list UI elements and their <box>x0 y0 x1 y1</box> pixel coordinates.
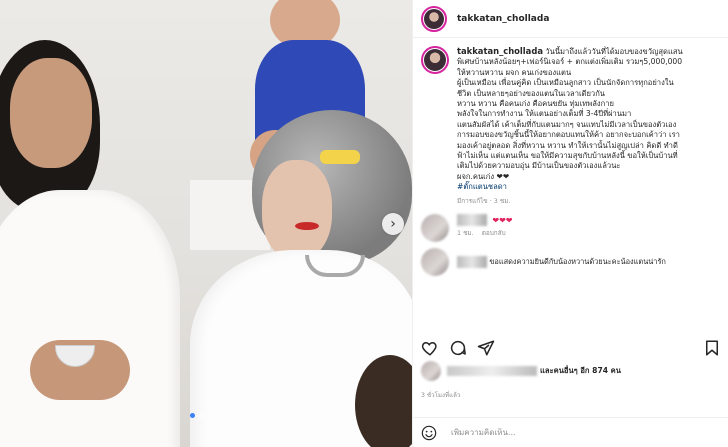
comment-username-blurred[interactable] <box>457 256 487 269</box>
photo-sunglasses <box>320 150 360 164</box>
comment-username-blurred[interactable] <box>457 214 487 227</box>
comment-item: ❤❤❤ 1 ชม. ตอบกลับ <box>413 214 728 243</box>
likes-summary[interactable]: และคนอื่นๆ อีก 874 คน <box>421 361 621 381</box>
carousel-dot <box>190 413 195 418</box>
comment-time: 1 ชม. <box>457 229 474 238</box>
comment-item: ขอแสดงความยินดีกับน้องหวานด้วยนะคะน้องแต… <box>413 248 728 277</box>
post-actions <box>421 339 721 357</box>
liker-name-blurred <box>447 366 537 376</box>
post-caption: takkatan_chollada วันนี้มาถึงแล้ววันที่ไ… <box>413 38 728 206</box>
comment-text: ❤❤❤ <box>492 215 513 225</box>
photo-red-lips <box>295 222 319 230</box>
post-header: takkatan_chollada <box>413 0 728 38</box>
caption-line: วันนี้มาถึงแล้ววันที่ได้มอบของขวัญสุดแสน <box>545 47 683 56</box>
carousel-next-button[interactable]: › <box>382 213 404 235</box>
carousel-dot <box>199 413 204 418</box>
carousel-dot <box>208 413 213 418</box>
caption-line: พิเศษบ้านหลังน้อยๆ+เฟอร์นิเจอร์ + ตกแต่ง… <box>457 57 683 67</box>
carousel-dots <box>190 413 222 418</box>
caption-line: ผู้เป็นเหมือน เพื่อนคู่คิด เป็นเหมือนลูก… <box>457 78 674 88</box>
caption-line: เติมไปด้วยความอบอุ่น มีบ้านเป็นของตัวเอง… <box>457 161 621 171</box>
caption-username[interactable]: takkatan_chollada <box>457 46 543 56</box>
caption-line: ฟ้าไม่เห็น แต่แตนเห็น ขอให้มีความสุขกับบ… <box>457 151 678 161</box>
liker-avatar-blurred <box>421 361 441 381</box>
avatar[interactable] <box>421 5 447 32</box>
likes-count-text[interactable]: และคนอื่นๆ อีก 874 คน <box>540 365 621 377</box>
emoji-icon[interactable] <box>421 425 437 441</box>
caption-line: แตนสัมผัสได้ เค้าเต็มที่กับแตนมากๆ จนแทบ… <box>457 119 677 129</box>
comment-reply-button[interactable]: ตอบกลับ <box>482 229 506 237</box>
carousel-dot <box>217 413 222 418</box>
caption-meta: มีการแก้ไข · 3 ชม. <box>457 196 511 205</box>
caption-avatar[interactable] <box>421 46 449 74</box>
photo-woman-left-blazer <box>0 190 180 447</box>
post-photo[interactable]: › <box>0 0 412 447</box>
caption-line: ผจก.คนเก่ง ❤❤ <box>457 171 510 181</box>
share-icon[interactable] <box>477 339 495 357</box>
header-username[interactable]: takkatan_chollada <box>457 14 549 24</box>
caption-line: ให้หวานหวาน ผจก คนเก่งของแตน <box>457 67 572 77</box>
save-icon[interactable] <box>703 339 721 357</box>
chevron-right-icon: › <box>390 216 396 232</box>
heart-icon[interactable] <box>421 339 439 357</box>
comment-icon[interactable] <box>449 339 467 357</box>
photo-woman-left-face <box>10 58 92 168</box>
comment-avatar-blurred[interactable] <box>421 214 449 243</box>
caption-line: พลังใจในการทำงาน ให้แตนอย่างเต็มที่ 3-4ป… <box>457 109 632 119</box>
caption-line: มองเค้าอยู่ตลอด สิ่งที่หวาน หวาน ทำให้เร… <box>457 140 678 150</box>
add-comment-bar <box>413 417 728 447</box>
add-comment-input[interactable] <box>451 428 671 437</box>
post-time-ago: 3 ชั่วโมงที่แล้ว <box>421 392 461 399</box>
comment-text: ขอแสดงความยินดีกับน้องหวานด้วยนะคะน้องแต… <box>489 257 666 267</box>
caption-hashtag[interactable]: #ตั๊กแตนชลดา <box>457 182 720 192</box>
caption-line: ชีวิต เป็นหลายๆอย่างของแตนในเวลาเดียวกัน <box>457 88 605 98</box>
comment-avatar-blurred[interactable] <box>421 248 449 277</box>
post-side-panel: takkatan_chollada takkatan_chollada วันน… <box>412 0 728 447</box>
caption-line: การมอบของขวัญชิ้นนี้ให้อยากตอบแทนให้ค้า … <box>457 130 680 140</box>
photo-woman-right-face <box>262 160 332 260</box>
caption-line: หวาน หวาน คือคนเก่ง คือคนขยัน ทุ่มเทพลัง… <box>457 99 614 109</box>
